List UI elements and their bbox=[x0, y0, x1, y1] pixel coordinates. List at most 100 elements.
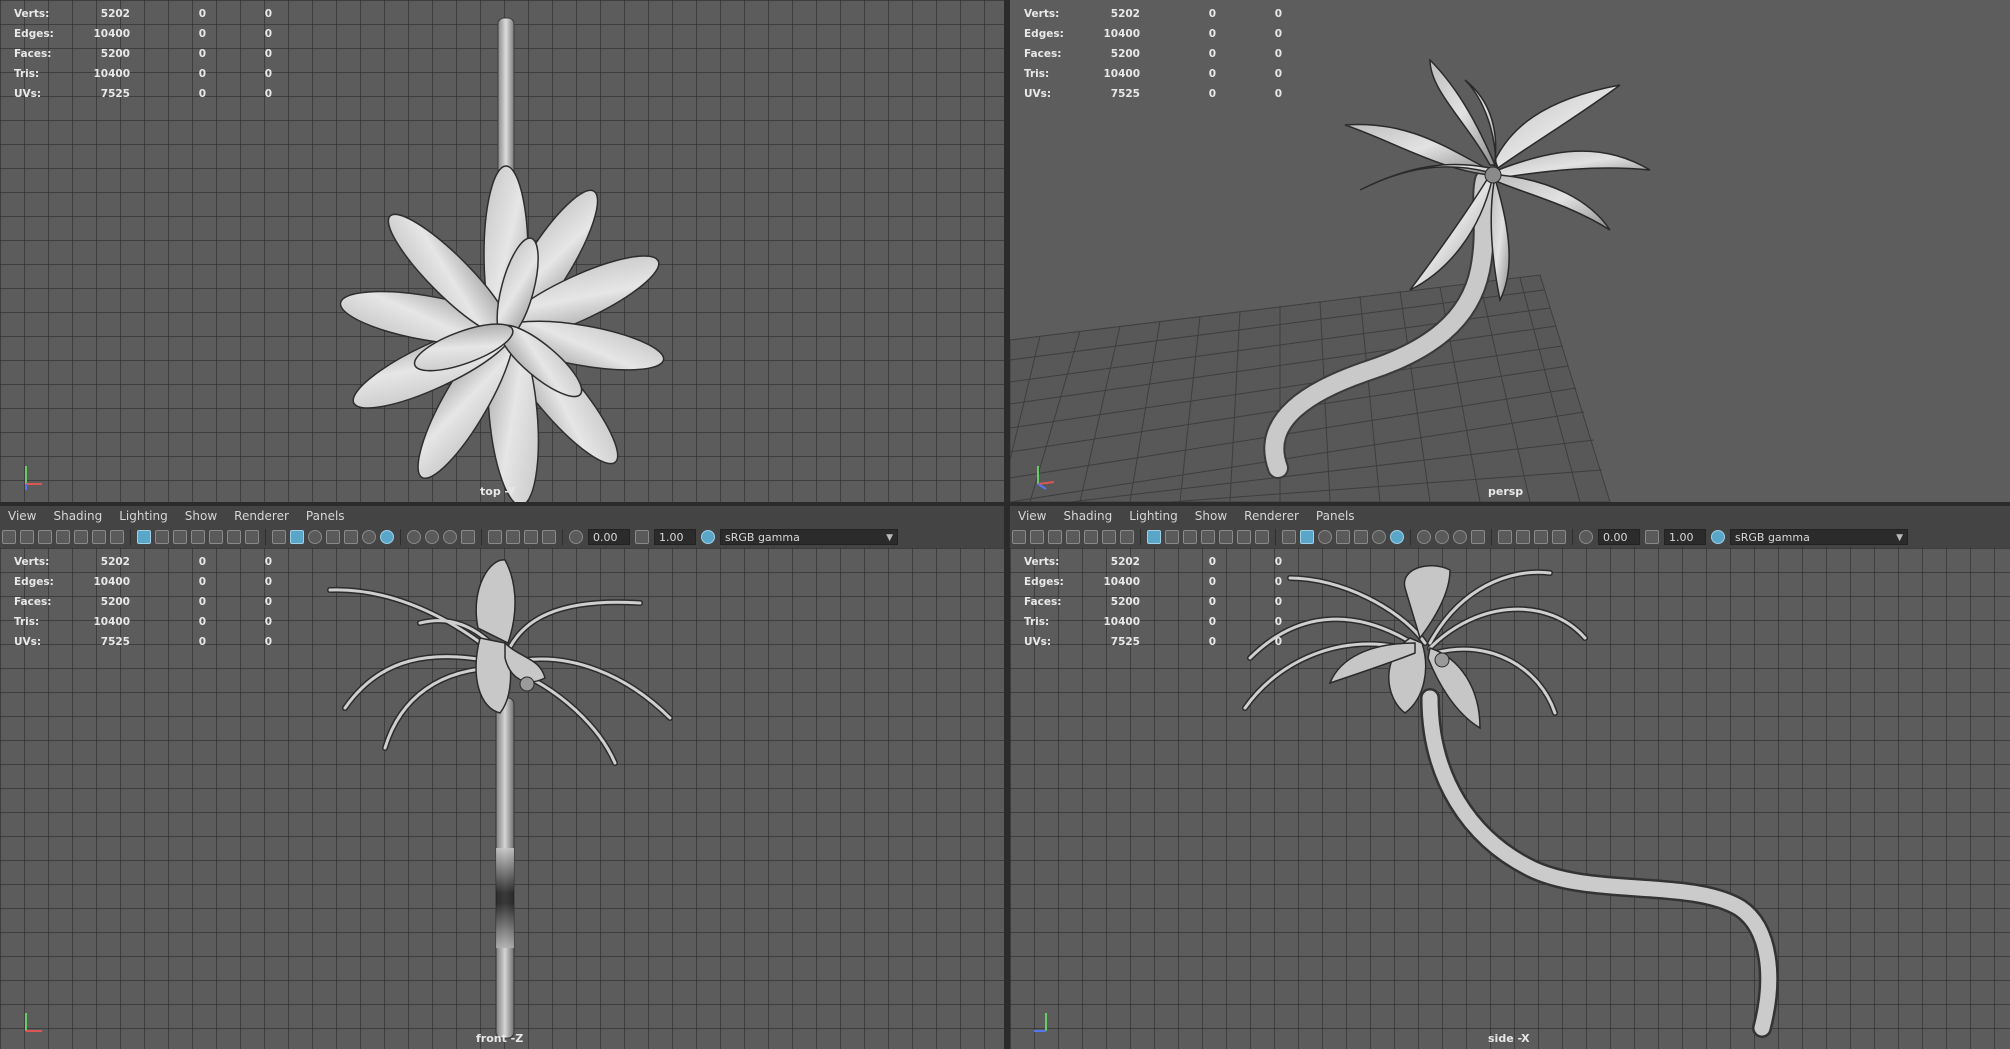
motion-blur-icon[interactable] bbox=[425, 530, 439, 544]
axis-gizmo-icon bbox=[1034, 1013, 1047, 1032]
toolbar-separator bbox=[1275, 529, 1276, 545]
color-management-icon[interactable] bbox=[1711, 530, 1725, 544]
hud-stats: Verts: 5202 0 0 Edges: 10400 0 0 Faces: 5200 0 0 … bbox=[14, 4, 272, 104]
pencil-icon[interactable] bbox=[1120, 530, 1134, 544]
exposure-icon[interactable] bbox=[1579, 530, 1593, 544]
xray-active-icon[interactable] bbox=[1534, 530, 1548, 544]
shadows-icon[interactable] bbox=[1390, 530, 1404, 544]
xray-icon[interactable] bbox=[1354, 530, 1368, 544]
safe-title-icon[interactable] bbox=[245, 530, 259, 544]
xray-joints-icon[interactable] bbox=[1516, 530, 1530, 544]
grid-snap-icon[interactable] bbox=[1102, 530, 1116, 544]
hud-row: Tris: 10400 0 0 bbox=[14, 68, 272, 80]
menu-shading[interactable]: Shading bbox=[45, 509, 111, 523]
image-plane-icon[interactable] bbox=[74, 530, 88, 544]
menu-renderer[interactable]: Renderer bbox=[226, 509, 298, 523]
gamma-icon[interactable] bbox=[635, 530, 649, 544]
gamma-field[interactable]: 1.00 bbox=[654, 529, 696, 545]
viewport-label: side -X bbox=[1488, 1032, 1530, 1045]
depth-of-field-icon[interactable] bbox=[1471, 530, 1485, 544]
color-space-value: sRGB gamma bbox=[725, 531, 800, 544]
camera-tools-icon[interactable] bbox=[1048, 530, 1062, 544]
gamma-field[interactable]: 1.00 bbox=[1664, 529, 1706, 545]
motion-blur-icon[interactable] bbox=[1435, 530, 1449, 544]
safe-action-icon[interactable] bbox=[227, 530, 241, 544]
lights-icon[interactable] bbox=[362, 530, 376, 544]
resolution-gate-icon[interactable] bbox=[173, 530, 187, 544]
lights-icon[interactable] bbox=[1372, 530, 1386, 544]
wireframe-icon[interactable] bbox=[272, 530, 286, 544]
hud-row: Faces: 5200 0 0 bbox=[1024, 48, 1282, 60]
viewport-side[interactable]: Verts: 5202 0 0 Edges: 10400 0 0 Faces: 5200 0 0 … bbox=[1010, 548, 2010, 1049]
film-gate-icon[interactable] bbox=[1165, 530, 1179, 544]
resolution-gate-icon[interactable] bbox=[1183, 530, 1197, 544]
safe-title-icon[interactable] bbox=[1255, 530, 1269, 544]
hud-stats: Verts: 5202 0 0 Edges: 10400 0 0 Faces: 5200 0 0 … bbox=[14, 552, 272, 652]
smooth-shade-icon[interactable] bbox=[1300, 530, 1314, 544]
exposure-field[interactable]: 0.00 bbox=[1598, 529, 1640, 545]
xray-icon[interactable] bbox=[344, 530, 358, 544]
menu-view[interactable]: View bbox=[1010, 509, 1055, 523]
pencil-icon[interactable] bbox=[110, 530, 124, 544]
hud-row: Edges: 10400 0 0 bbox=[1024, 576, 1282, 588]
ambient-occlusion-icon[interactable] bbox=[407, 530, 421, 544]
color-space-value: sRGB gamma bbox=[1735, 531, 1810, 544]
default-material-icon[interactable] bbox=[308, 530, 322, 544]
camera-attributes-icon[interactable] bbox=[1030, 530, 1044, 544]
exposure-icon[interactable] bbox=[569, 530, 583, 544]
anti-aliasing-icon[interactable] bbox=[1453, 530, 1467, 544]
ambient-occlusion-icon[interactable] bbox=[1417, 530, 1431, 544]
field-chart-icon[interactable] bbox=[209, 530, 223, 544]
xray-joints-icon[interactable] bbox=[506, 530, 520, 544]
backface-culling-icon[interactable] bbox=[542, 530, 556, 544]
isolate-select-icon[interactable] bbox=[1498, 530, 1512, 544]
backface-culling-icon[interactable] bbox=[1552, 530, 1566, 544]
viewport-front[interactable]: Verts: 5202 0 0 Edges: 10400 0 0 Faces: 5200 0 0 … bbox=[0, 548, 1004, 1049]
bookmark-icon[interactable] bbox=[56, 530, 70, 544]
camera-icon[interactable] bbox=[1012, 530, 1026, 544]
menu-show[interactable]: Show bbox=[177, 509, 226, 523]
grid-icon[interactable] bbox=[1147, 530, 1161, 544]
axis-gizmo-icon bbox=[25, 1013, 42, 1032]
menu-renderer[interactable]: Renderer bbox=[1236, 509, 1308, 523]
film-gate-icon[interactable] bbox=[155, 530, 169, 544]
gate-mask-icon[interactable] bbox=[191, 530, 205, 544]
smooth-shade-icon[interactable] bbox=[290, 530, 304, 544]
hud-row: Edges: 10400 0 0 bbox=[14, 576, 272, 588]
bookmark-icon[interactable] bbox=[1066, 530, 1080, 544]
menu-panels[interactable]: Panels bbox=[1308, 509, 1364, 523]
grid-snap-icon[interactable] bbox=[92, 530, 106, 544]
menu-lighting[interactable]: Lighting bbox=[1121, 509, 1187, 523]
camera-attributes-icon[interactable] bbox=[20, 530, 34, 544]
color-space-select[interactable]: sRGB gamma ▼ bbox=[1730, 529, 1908, 545]
camera-tools-icon[interactable] bbox=[38, 530, 52, 544]
menu-lighting[interactable]: Lighting bbox=[111, 509, 177, 523]
viewport-top[interactable]: Verts: 5202 0 0 Edges: 10400 0 0 Faces: 5200 0 0 … bbox=[0, 0, 1004, 502]
color-space-select[interactable]: sRGB gamma ▼ bbox=[720, 529, 898, 545]
wireframe-icon[interactable] bbox=[1282, 530, 1296, 544]
menu-view[interactable]: View bbox=[0, 509, 45, 523]
camera-icon[interactable] bbox=[2, 530, 16, 544]
isolate-select-icon[interactable] bbox=[488, 530, 502, 544]
menu-shading[interactable]: Shading bbox=[1055, 509, 1121, 523]
anti-aliasing-icon[interactable] bbox=[443, 530, 457, 544]
hud-row: Edges: 10400 0 0 bbox=[1024, 28, 1282, 40]
textured-icon[interactable] bbox=[1336, 530, 1350, 544]
menu-panels[interactable]: Panels bbox=[298, 509, 354, 523]
image-plane-icon[interactable] bbox=[1084, 530, 1098, 544]
default-material-icon[interactable] bbox=[1318, 530, 1332, 544]
textured-icon[interactable] bbox=[326, 530, 340, 544]
viewport-persp[interactable]: Verts: 5202 0 0 Edges: 10400 0 0 Faces: 5200 0 0 … bbox=[1010, 0, 2010, 502]
hud-row: Edges: 10400 0 0 bbox=[14, 28, 272, 40]
menu-show[interactable]: Show bbox=[1187, 509, 1236, 523]
gate-mask-icon[interactable] bbox=[1201, 530, 1215, 544]
grid-icon[interactable] bbox=[137, 530, 151, 544]
safe-action-icon[interactable] bbox=[1237, 530, 1251, 544]
shadows-icon[interactable] bbox=[380, 530, 394, 544]
field-chart-icon[interactable] bbox=[1219, 530, 1233, 544]
gamma-icon[interactable] bbox=[1645, 530, 1659, 544]
color-management-icon[interactable] bbox=[701, 530, 715, 544]
xray-active-icon[interactable] bbox=[524, 530, 538, 544]
exposure-field[interactable]: 0.00 bbox=[588, 529, 630, 545]
depth-of-field-icon[interactable] bbox=[461, 530, 475, 544]
